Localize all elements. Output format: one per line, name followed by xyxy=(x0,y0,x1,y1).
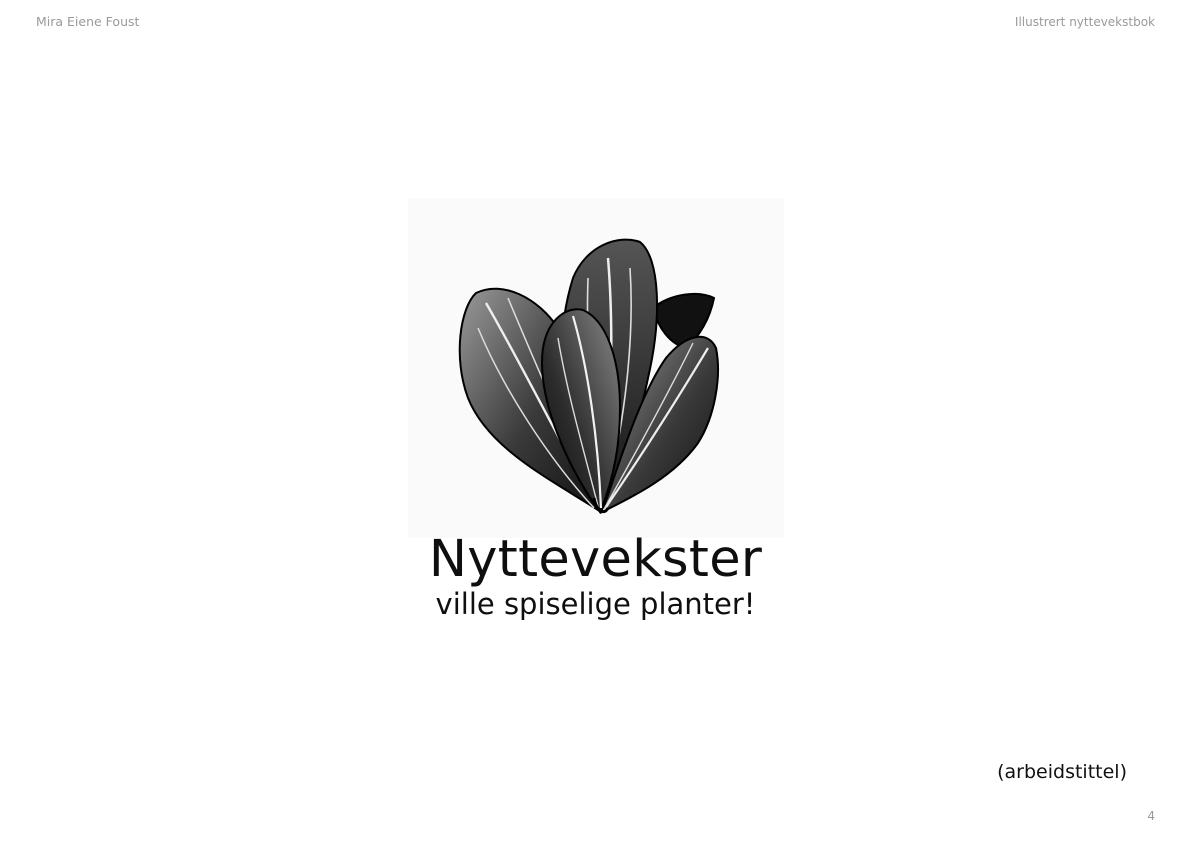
book-title-header: Illustrert nyttevekstbok xyxy=(1014,15,1155,29)
page-number: 4 xyxy=(1147,809,1155,823)
page-subtitle: ville spiselige planter! xyxy=(435,587,756,621)
page-title: Nyttevekster xyxy=(428,530,763,589)
plantain-leaves-illustration xyxy=(408,198,784,538)
author-name: Mira Eiene Foust xyxy=(36,14,140,29)
working-title-note: (arbeidstittel) xyxy=(997,761,1127,783)
